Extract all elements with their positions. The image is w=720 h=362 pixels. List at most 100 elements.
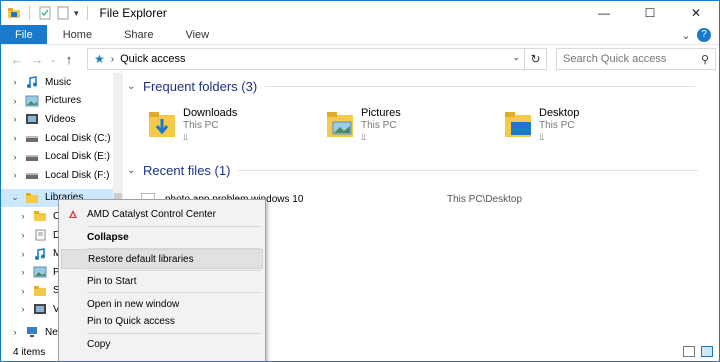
- nav-label: Music: [45, 76, 72, 88]
- expand-arrow-icon[interactable]: ›: [17, 249, 29, 259]
- address-toolbar: ← → ⌄ ↑ ★ › Quick access ⌄ ↻ ⚲: [1, 45, 719, 73]
- forward-arrow-icon[interactable]: →: [27, 52, 47, 67]
- help-icon[interactable]: ?: [697, 28, 711, 42]
- expand-arrow-icon[interactable]: ›: [9, 170, 21, 180]
- nav-label: Pictures: [45, 95, 82, 107]
- folder-name: Pictures: [361, 107, 401, 119]
- quick-access-toolbar: ▾ File Explorer: [1, 6, 167, 20]
- expand-arrow-icon[interactable]: ›: [17, 304, 29, 314]
- menu-item-label: Open in new window: [87, 298, 180, 310]
- toolbar-divider: [29, 6, 30, 20]
- expand-arrow-icon[interactable]: ›: [17, 211, 29, 221]
- search-icon[interactable]: ⚲: [701, 53, 709, 66]
- tab-share[interactable]: Share: [108, 25, 169, 44]
- menu-item-label: Restore default libraries: [88, 253, 194, 265]
- menu-item-copy[interactable]: Copy: [61, 334, 263, 354]
- nav-item-videos[interactable]: › Videos: [1, 110, 123, 129]
- music-note-icon: [33, 247, 47, 260]
- file-explorer-window: ▾ File Explorer — ☐ ✕ File Home Share Vi…: [0, 0, 720, 362]
- pictures-icon: [25, 95, 39, 107]
- expand-arrow-icon[interactable]: ›: [9, 327, 21, 337]
- menu-item-amd-catalyst[interactable]: AMD Catalyst Control Center: [61, 204, 263, 224]
- expand-arrow-icon[interactable]: ›: [17, 230, 29, 240]
- recent-locations-chevron-icon[interactable]: ⌄: [47, 54, 59, 65]
- window-title: File Explorer: [99, 6, 167, 20]
- expand-arrow-icon[interactable]: ›: [9, 152, 21, 162]
- breadcrumb-chevron-icon[interactable]: ›: [111, 54, 114, 65]
- context-menu: AMD Catalyst Control Center Collapse Res…: [58, 199, 266, 361]
- search-input[interactable]: [563, 53, 693, 65]
- tab-file[interactable]: File: [1, 25, 47, 44]
- expand-arrow-icon[interactable]: ›: [9, 114, 21, 124]
- desktop-folder-icon: [503, 107, 533, 139]
- pin-icon: ⫫: [361, 132, 367, 142]
- breadcrumb-quick-access[interactable]: Quick access: [120, 53, 185, 65]
- frequent-folders-group[interactable]: ⌄ Frequent folders (3): [127, 79, 696, 94]
- details-view-icon[interactable]: [683, 346, 695, 357]
- nav-item-pictures[interactable]: › Pictures: [1, 92, 123, 111]
- drive-icon: [25, 151, 39, 163]
- view-toggle: [683, 346, 713, 357]
- collapse-arrow-icon[interactable]: ⌄: [9, 192, 21, 203]
- refresh-icon[interactable]: ↻: [524, 49, 546, 69]
- close-button[interactable]: ✕: [673, 1, 719, 25]
- address-dropdown-icon[interactable]: ⌄: [512, 52, 520, 63]
- libraries-icon: [25, 192, 39, 204]
- folder-location: This PC: [539, 120, 575, 131]
- maximize-button[interactable]: ☐: [627, 1, 673, 25]
- nav-item-music[interactable]: › Music: [1, 73, 123, 92]
- downloads-folder-icon: [147, 107, 177, 139]
- folder-tile-pictures[interactable]: Pictures This PC ⫫: [325, 107, 401, 143]
- nav-label: Local Disk (C:): [45, 132, 111, 144]
- customize-toolbar-dropdown-icon[interactable]: ▾: [74, 8, 79, 19]
- recent-files-group[interactable]: ⌄ Recent files (1): [127, 163, 699, 178]
- menu-item-label: Pin to Start: [87, 275, 137, 287]
- documents-icon: [33, 229, 47, 241]
- minimize-button[interactable]: —: [581, 1, 627, 25]
- pictures-folder-icon: [325, 107, 355, 139]
- recent-file-path: This PC\Desktop: [447, 193, 523, 205]
- expand-ribbon-chevron-icon[interactable]: ⌄: [675, 29, 697, 42]
- search-box[interactable]: ⚲: [556, 48, 716, 70]
- expand-arrow-icon[interactable]: ›: [17, 286, 29, 296]
- window-controls: — ☐ ✕: [581, 1, 719, 25]
- network-icon: [25, 326, 39, 338]
- expand-arrow-icon[interactable]: ›: [9, 96, 21, 106]
- menu-separator: [87, 292, 261, 293]
- menu-item-restore-default-libraries[interactable]: Restore default libraries: [61, 249, 263, 269]
- up-arrow-icon[interactable]: ↑: [59, 52, 79, 67]
- menu-item-pin-to-quick-access[interactable]: Pin to Quick access: [61, 311, 263, 331]
- expand-arrow-icon[interactable]: ›: [9, 133, 21, 143]
- tab-home[interactable]: Home: [47, 25, 108, 44]
- expand-arrow-icon[interactable]: ›: [17, 267, 29, 277]
- folder-location: This PC: [183, 120, 219, 131]
- menu-item-label: AMD Catalyst Control Center: [87, 208, 216, 220]
- menu-item-collapse[interactable]: Collapse: [61, 227, 263, 247]
- back-arrow-icon[interactable]: ←: [7, 52, 27, 67]
- properties-icon[interactable]: [38, 6, 52, 20]
- collapse-chevron-icon[interactable]: ⌄: [127, 165, 143, 176]
- pin-icon: ⫫: [183, 132, 189, 142]
- nav-item-local-disk-e[interactable]: › Local Disk (E:): [1, 147, 123, 166]
- videos-icon: [33, 303, 47, 315]
- nav-label: Local Disk (E:): [45, 151, 111, 163]
- nav-label: Local Disk (F:): [45, 169, 110, 181]
- folder-tile-desktop[interactable]: Desktop This PC ⫫: [503, 107, 579, 143]
- collapse-chevron-icon[interactable]: ⌄: [127, 81, 143, 92]
- ribbon-right-controls: ⌄ ?: [675, 25, 719, 45]
- large-icons-view-icon[interactable]: [701, 346, 713, 357]
- pictures-icon: [33, 266, 47, 278]
- menu-item-label: Pin to Quick access: [87, 315, 175, 327]
- nav-item-local-disk-c[interactable]: › Local Disk (C:): [1, 129, 123, 148]
- nav-item-local-disk-f[interactable]: › Local Disk (F:): [1, 166, 123, 185]
- expand-arrow-icon[interactable]: ›: [9, 77, 21, 87]
- folder-tile-downloads[interactable]: Downloads This PC ⫫: [147, 107, 237, 143]
- address-bar[interactable]: ★ › Quick access ⌄ ↻: [87, 48, 547, 70]
- nav-label: Videos: [45, 113, 76, 125]
- drive-icon: [25, 169, 39, 181]
- new-folder-icon[interactable]: [56, 6, 70, 20]
- menu-item-pin-to-start[interactable]: Pin to Start: [61, 271, 263, 291]
- ribbon-tabs: File Home Share View ⌄ ?: [1, 25, 719, 45]
- recent-files-header: Recent files (1): [143, 163, 231, 178]
- tab-view[interactable]: View: [169, 25, 225, 44]
